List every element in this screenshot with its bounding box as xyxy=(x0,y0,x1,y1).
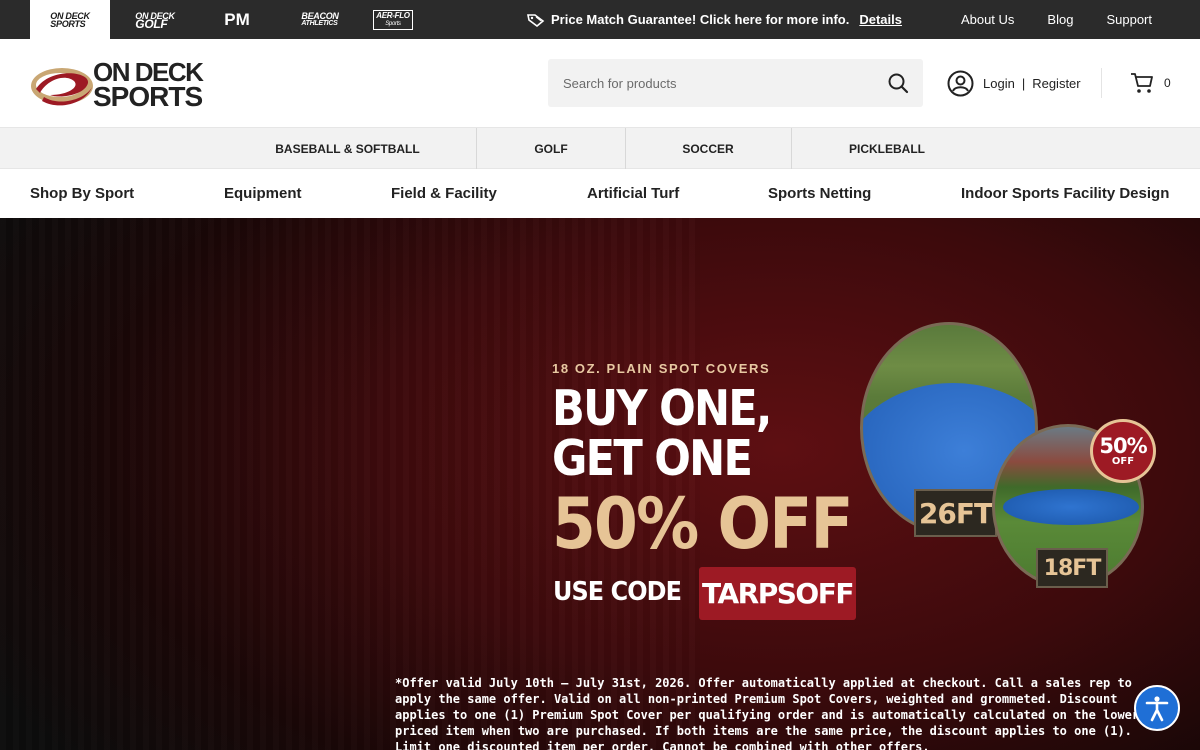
size-label-small: 18FT xyxy=(1036,548,1108,588)
sport-tab-divider xyxy=(476,128,477,169)
accessibility-icon xyxy=(1145,696,1169,722)
tab-baseball-softball[interactable]: BASEBALL & SOFTBALL xyxy=(270,128,425,169)
hero-code-label: USE CODE xyxy=(553,577,682,607)
accessibility-button[interactable] xyxy=(1134,685,1180,731)
brand-aerflo-line2: Sports xyxy=(385,20,401,27)
nav-artificial-turf[interactable]: Artificial Turf xyxy=(587,169,679,218)
hero-subheading: 18 OZ. PLAIN SPOT COVERS xyxy=(552,361,771,376)
header-divider xyxy=(1101,68,1102,98)
nav-indoor-facility-design[interactable]: Indoor Sports Facility Design xyxy=(961,169,1169,218)
hero-banner[interactable]: 18 OZ. PLAIN SPOT COVERS BUY ONE, GET ON… xyxy=(0,218,1200,750)
hero-headline-line2: GET ONE xyxy=(552,430,753,487)
sport-tabs: BASEBALL & SOFTBALL GOLF SOCCER PICKLEBA… xyxy=(0,127,1200,169)
cart-icon xyxy=(1131,73,1153,93)
offer-disclaimer: *Offer valid July 10th – July 31st, 2026… xyxy=(395,676,1147,750)
logo-text-line2: SPORTS xyxy=(93,81,202,111)
site-logo[interactable]: ON DECK SPORTS xyxy=(30,55,230,112)
promo-details-link[interactable]: Details xyxy=(859,12,902,27)
brand-tab-beacon[interactable]: BEACON ATHLETICS xyxy=(285,0,355,39)
brand-beacon-line2: ATHLETICS xyxy=(301,19,338,27)
hero-headline-line1: BUY ONE, xyxy=(552,380,772,437)
fifty-off-badge: 50% OFF xyxy=(1090,419,1156,483)
badge-percent: 50% xyxy=(1099,433,1147,458)
top-links: About Us Blog Support xyxy=(961,0,1152,39)
brand-ondeck-sports-line2: SPORTS xyxy=(50,18,86,29)
price-tag-icon xyxy=(527,13,545,27)
brand-tab-ondeck-golf[interactable]: ON DECK GOLF xyxy=(115,0,195,39)
hero-discount: 50% OFF xyxy=(552,483,854,565)
brand-aerflo-logo: AER-FLO Sports xyxy=(373,9,413,30)
brand-aerflo-line1: AER-FLO xyxy=(376,10,410,20)
blog-link[interactable]: Blog xyxy=(1047,12,1073,27)
small-tarp-image xyxy=(1003,489,1139,525)
nav-shop-by-sport[interactable]: Shop By Sport xyxy=(30,169,134,218)
brand-pm-logo: PM xyxy=(224,9,250,29)
search-icon[interactable] xyxy=(887,72,909,94)
main-nav: Shop By Sport Equipment Field & Facility… xyxy=(0,169,1200,218)
user-icon[interactable] xyxy=(947,70,974,97)
brand-tab-ondeck-sports[interactable]: ON DECK SPORTS xyxy=(30,0,110,39)
about-us-link[interactable]: About Us xyxy=(961,12,1014,27)
logo-swoosh-icon: ON DECK SPORTS xyxy=(31,57,206,112)
brand-ondeck-sports-logo: ON DECK SPORTS xyxy=(50,11,90,29)
promo-text: Price Match Guarantee! Click here for mo… xyxy=(551,12,850,27)
brand-ondeck-golf-line2: GOLF xyxy=(135,16,168,31)
brand-tab-pm[interactable]: PM xyxy=(205,0,269,39)
nav-sports-netting[interactable]: Sports Netting xyxy=(768,169,871,218)
brand-beacon-line1: BEACON xyxy=(301,10,339,21)
tab-golf[interactable]: GOLF xyxy=(525,128,577,169)
promo-code-badge: TARPSOFF xyxy=(699,567,856,620)
brand-ondeck-golf-logo: ON DECK GOLF xyxy=(135,11,175,31)
size-label-large: 26FT xyxy=(914,489,997,537)
cart-count: 0 xyxy=(1164,76,1171,90)
nav-field-facility[interactable]: Field & Facility xyxy=(391,169,497,218)
support-link[interactable]: Support xyxy=(1106,12,1152,27)
price-match-promo[interactable]: Price Match Guarantee! Click here for mo… xyxy=(527,0,902,39)
login-link[interactable]: Login xyxy=(983,76,1015,91)
register-link[interactable]: Register xyxy=(1032,76,1080,91)
badge-off: OFF xyxy=(1111,455,1135,467)
nav-equipment[interactable]: Equipment xyxy=(224,169,302,218)
brand-tab-aerflo[interactable]: AER-FLO Sports xyxy=(368,0,418,39)
search-box xyxy=(548,59,923,107)
search-input[interactable] xyxy=(548,59,868,107)
tab-soccer[interactable]: SOCCER xyxy=(676,128,740,169)
site-header: ON DECK SPORTS Login | Register 0 xyxy=(0,39,1200,127)
cart-button[interactable]: 0 xyxy=(1130,72,1171,94)
top-bar: ON DECK SPORTS ON DECK GOLF PM BEACON ATHLE… xyxy=(0,0,1200,39)
login-register-separator: | xyxy=(1021,76,1026,91)
account-links: Login | Register xyxy=(947,70,1081,97)
brand-beacon-logo: BEACON ATHLETICS xyxy=(301,10,339,28)
sport-tab-divider xyxy=(791,128,792,169)
sport-tab-divider xyxy=(625,128,626,169)
tab-pickleball[interactable]: PICKLEBALL xyxy=(843,128,931,169)
